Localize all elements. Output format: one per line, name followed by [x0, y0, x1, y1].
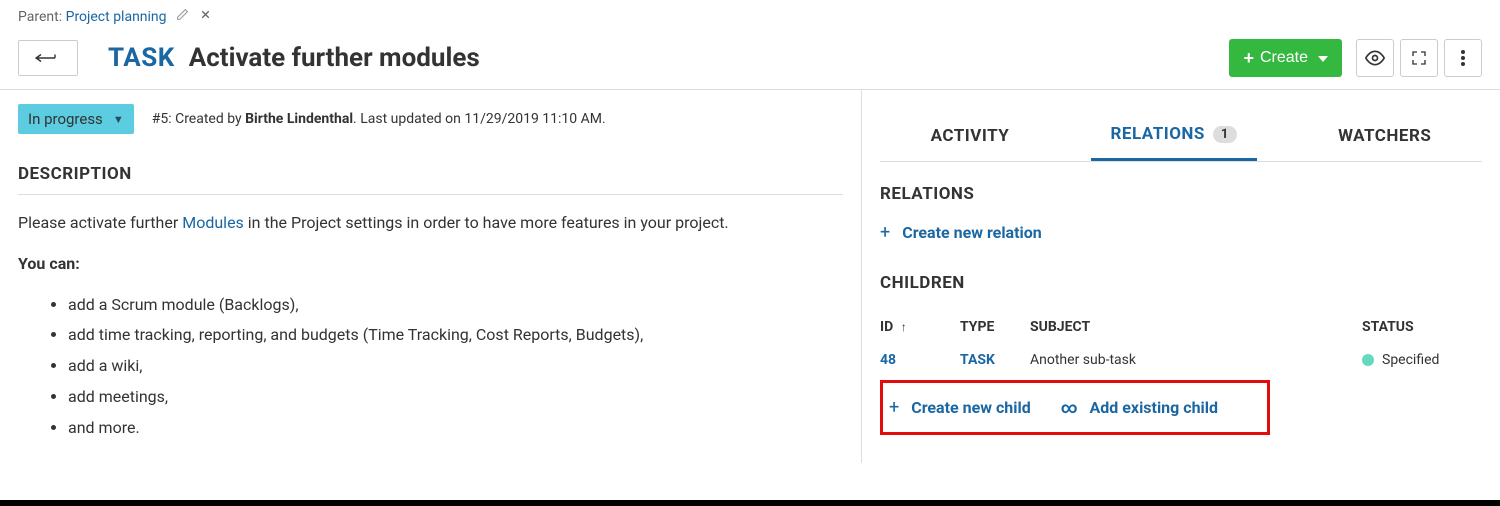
- children-table: ID ↑ TYPE SUBJECT STATUS 48 TASK Another…: [880, 311, 1482, 376]
- tabs: ACTIVITY RELATIONS 1 WATCHERS: [880, 110, 1482, 162]
- parent-link[interactable]: Project planning: [66, 9, 167, 25]
- tab-label: ACTIVITY: [931, 126, 1010, 146]
- plus-icon: +: [889, 397, 899, 418]
- col-id-header[interactable]: ID ↑: [880, 319, 960, 335]
- parent-breadcrumb: Parent: Project planning: [0, 0, 1500, 33]
- list-item: add a wiki,: [68, 354, 843, 379]
- status-label: In progress: [28, 110, 103, 128]
- watch-button[interactable]: [1356, 39, 1394, 77]
- col-type-header[interactable]: TYPE: [960, 319, 1030, 335]
- list-item: add time tracking, reporting, and budget…: [68, 323, 843, 348]
- updated-at: 11/29/2019 11:10 AM: [464, 111, 602, 127]
- status-dropdown[interactable]: In progress ▼: [18, 104, 134, 134]
- sort-asc-icon: ↑: [901, 320, 907, 334]
- status-row: In progress ▼ #5: Created by Birthe Lind…: [18, 90, 843, 150]
- meta-line: #5: Created by Birthe Lindenthal. Last u…: [152, 111, 606, 127]
- list-item: add a Scrum module (Backlogs),: [68, 293, 843, 318]
- add-existing-child-label: Add existing child: [1090, 398, 1218, 417]
- plus-icon: +: [880, 222, 890, 243]
- author-name[interactable]: Birthe Lindenthal: [245, 111, 353, 127]
- col-subject-header[interactable]: SUBJECT: [1030, 319, 1362, 335]
- child-id[interactable]: 48: [880, 352, 960, 368]
- create-relation-button[interactable]: + Create new relation: [880, 214, 1042, 251]
- more-menu-button[interactable]: [1444, 39, 1482, 77]
- desc-text: in the Project settings in order to have…: [244, 213, 729, 232]
- pencil-icon[interactable]: [176, 8, 189, 25]
- you-can-label: You can:: [18, 252, 843, 277]
- relations-heading: RELATIONS: [880, 162, 1482, 214]
- status-dot-icon: [1362, 354, 1374, 366]
- created-by-label: Created by: [175, 111, 242, 127]
- create-new-child-button[interactable]: + Create new child: [889, 393, 1031, 422]
- add-existing-child-button[interactable]: ∞ Add existing child: [1061, 393, 1218, 422]
- parent-label: Parent:: [18, 9, 62, 25]
- header: TASK Activate further modules + Create: [0, 33, 1500, 90]
- tab-label: WATCHERS: [1338, 126, 1431, 146]
- create-relation-label: Create new relation: [902, 223, 1042, 242]
- work-package-type: TASK: [108, 43, 175, 73]
- description-heading: DESCRIPTION: [18, 150, 843, 195]
- children-heading: CHILDREN: [880, 251, 1482, 303]
- create-button-label: Create: [1260, 49, 1308, 67]
- modules-link[interactable]: Modules: [182, 213, 244, 232]
- desc-text: Please activate further: [18, 213, 182, 232]
- child-type: TASK: [960, 352, 1030, 368]
- tab-relations[interactable]: RELATIONS 1: [1091, 110, 1257, 161]
- content: In progress ▼ #5: Created by Birthe Lind…: [0, 90, 1500, 463]
- caret-down-icon: ▼: [113, 113, 124, 126]
- work-package-title[interactable]: Activate further modules: [189, 43, 480, 73]
- child-subject: Another sub-task: [1030, 352, 1362, 368]
- description-body[interactable]: Please activate further Modules in the P…: [18, 195, 843, 463]
- work-package-id: #5:: [152, 111, 172, 127]
- tab-activity[interactable]: ACTIVITY: [911, 110, 1030, 161]
- list-item: add meetings,: [68, 385, 843, 410]
- description-list: add a Scrum module (Backlogs), add time …: [18, 293, 843, 441]
- child-actions-highlighted: + Create new child ∞ Add existing child: [880, 380, 1270, 435]
- caret-down-icon: [1318, 49, 1328, 67]
- updated-label: Last updated on: [360, 111, 461, 127]
- tab-watchers[interactable]: WATCHERS: [1318, 110, 1451, 161]
- create-new-child-label: Create new child: [911, 398, 1031, 417]
- left-pane: In progress ▼ #5: Created by Birthe Lind…: [0, 90, 862, 463]
- list-item: and more.: [68, 416, 843, 441]
- relations-count-badge: 1: [1213, 126, 1237, 143]
- plus-icon: +: [1243, 48, 1254, 69]
- children-table-head: ID ↑ TYPE SUBJECT STATUS: [880, 311, 1482, 344]
- link-icon: ∞: [1061, 398, 1078, 417]
- fullscreen-button[interactable]: [1400, 39, 1438, 77]
- right-pane: ACTIVITY RELATIONS 1 WATCHERS RELATIONS …: [862, 90, 1500, 463]
- close-icon[interactable]: [199, 8, 212, 25]
- create-button[interactable]: + Create: [1229, 39, 1342, 77]
- child-status: Specified: [1362, 352, 1482, 368]
- back-button[interactable]: [18, 40, 78, 76]
- tab-label: RELATIONS: [1111, 124, 1205, 144]
- table-row[interactable]: 48 TASK Another sub-task Specified: [880, 344, 1482, 376]
- bottom-border: [0, 500, 1500, 506]
- col-status-header[interactable]: STATUS: [1362, 319, 1482, 335]
